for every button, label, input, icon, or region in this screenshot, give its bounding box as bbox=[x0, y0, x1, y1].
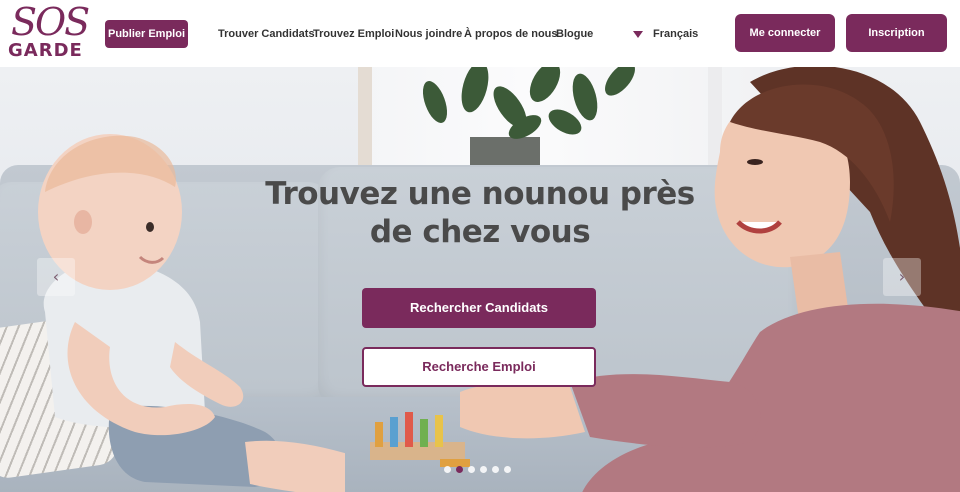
language-selector[interactable]: Français bbox=[633, 28, 698, 40]
chevron-right-icon: › bbox=[898, 267, 906, 286]
carousel-dot[interactable] bbox=[492, 466, 499, 473]
carousel-next-button[interactable]: › bbox=[883, 258, 921, 296]
publish-job-button[interactable]: Publier Emploi bbox=[105, 20, 188, 48]
logo-garde-text: GARDE bbox=[8, 40, 83, 61]
nav-link-find-job[interactable]: Trouvez Emploi bbox=[313, 26, 394, 42]
language-label: Français bbox=[653, 28, 699, 40]
logo-sos-text: SOS bbox=[11, 0, 90, 44]
carousel-dot[interactable] bbox=[480, 466, 487, 473]
carousel-indicators bbox=[444, 466, 511, 473]
caret-down-icon bbox=[633, 30, 643, 38]
carousel-dot[interactable] bbox=[444, 466, 451, 473]
nav-link-contact[interactable]: Nous joindre bbox=[395, 26, 462, 42]
carousel-dot[interactable] bbox=[468, 466, 475, 473]
chevron-left-icon: ‹ bbox=[52, 267, 60, 286]
hero-carousel: Trouvez une nounou près de chez vous Rec… bbox=[0, 67, 960, 492]
hero-title: Trouvez une nounou près de chez vous bbox=[265, 176, 695, 250]
woman-image bbox=[460, 67, 960, 492]
search-candidates-button[interactable]: Rechercher Candidats bbox=[362, 288, 596, 328]
background-pillar bbox=[358, 67, 372, 172]
nav-link-blog[interactable]: Blogue bbox=[556, 26, 593, 42]
carousel-dot[interactable] bbox=[456, 466, 463, 473]
carousel-prev-button[interactable]: ‹ bbox=[37, 258, 75, 296]
nav-link-about[interactable]: À propos de nous bbox=[464, 26, 558, 42]
search-job-button[interactable]: Recherche Emploi bbox=[362, 347, 596, 387]
carousel-dot[interactable] bbox=[504, 466, 511, 473]
nav-link-find-candidates[interactable]: Trouver Candidats bbox=[218, 26, 315, 42]
sos-garde-logo[interactable]: SOS GARDE bbox=[8, 0, 90, 62]
signup-button[interactable]: Inscription bbox=[846, 14, 947, 52]
login-button[interactable]: Me connecter bbox=[735, 14, 835, 52]
baby-image bbox=[38, 134, 345, 492]
top-navbar: SOS GARDE Publier Emploi Trouver Candida… bbox=[0, 0, 960, 67]
